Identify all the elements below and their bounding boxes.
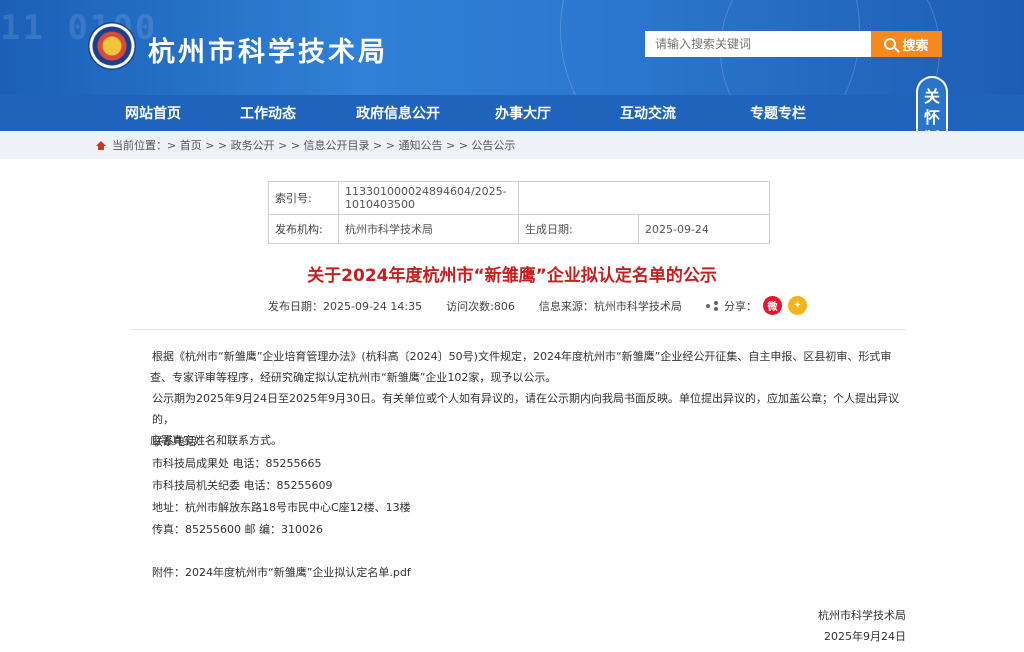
contact-heading: 联系电话： (152, 435, 207, 448)
nav-item-interaction[interactable]: 互动交流 (573, 95, 723, 131)
home-icon (96, 140, 106, 150)
search-input[interactable] (645, 31, 871, 57)
index-label: 索引号: (268, 181, 339, 215)
paragraph-line: 根据《杭州市“新雏鹰”企业培育管理办法》(杭科高〔2024〕50号)文件规定，2… (152, 350, 892, 363)
article-title: 关于2024年度杭州市“新雏鹰”企业拟认定名单的公示 (307, 266, 717, 286)
wechat-share-icon[interactable]: ✦ (788, 296, 807, 315)
empty-cell (518, 181, 770, 215)
share-bar: 分享： 微 ✦ (706, 296, 807, 315)
nav-item-special-topics[interactable]: 专题专栏 (718, 95, 838, 131)
document-meta-table: 索引号: 113301000024894604/2025-1010403500 … (268, 181, 770, 244)
fax-line: 传真：85255600 邮 编：310026 (152, 523, 323, 536)
publisher-label: 发布机构: (268, 214, 339, 244)
signature-date: 2025年9月24日 (824, 630, 906, 643)
breadcrumb: 当前位置：> 首页 > > 政务公开 > > 信息公开目录 > > 通知公告 >… (0, 131, 1024, 159)
signature-org: 杭州市科学技术局 (818, 609, 906, 622)
paragraph-line: 公示期为2025年9月24日至2025年9月30日。有关单位或个人如有异议的，请… (152, 392, 899, 426)
publisher-value: 杭州市科学技术局 (338, 214, 519, 244)
contact-line: 市科技局成果处 电话：85255665 (152, 457, 322, 470)
care-mode-char: 怀 (923, 108, 940, 127)
contact-line: 市科技局机关纪委 电话：85255609 (152, 479, 333, 492)
divider (130, 329, 906, 330)
weibo-share-icon[interactable]: 微 (763, 296, 782, 315)
share-icon (706, 300, 718, 311)
attachment-link[interactable]: 附件：2024年度杭州市“新雏鹰”企业拟认定名单.pdf (152, 564, 411, 580)
article-body: 根据《杭州市“新雏鹰”企业培育管理办法》(杭科高〔2024〕50号)文件规定，2… (150, 346, 904, 451)
address-line: 地址：杭州市解放东路18号市民中心C座12楼、13楼 (152, 501, 411, 514)
visit-count: 访问次数:806 (446, 300, 515, 313)
nav-item-gov-info[interactable]: 政府信息公开 (323, 95, 473, 131)
site-title[interactable]: 杭州市科学技术局 (148, 30, 388, 69)
index-value: 113301000024894604/2025-1010403500 (338, 181, 519, 215)
search-button-label: 搜索 (902, 38, 929, 54)
paragraph-line: 查、专家评审等程序，经研究确定拟认定杭州市“新雏鹰”企业102家，现予以公示。 (150, 371, 557, 384)
care-mode-char: 关 (923, 87, 940, 106)
header-banner: 11 0100 杭州市科学技术局 搜索 (0, 0, 1024, 95)
created-date-value: 2025-09-24 (638, 214, 770, 244)
search-button[interactable]: 搜索 (871, 31, 942, 57)
bureau-logo[interactable] (88, 22, 136, 70)
nav-item-work-news[interactable]: 工作动态 (208, 95, 328, 131)
share-label: 分享： (724, 299, 757, 313)
main-nav: 网站首页 工作动态 政府信息公开 办事大厅 互动交流 专题专栏 (0, 95, 1024, 131)
created-date-label: 生成日期: (518, 214, 639, 244)
search-icon (884, 38, 897, 50)
paragraph-line: 应署真实姓名和联系方式。 (150, 434, 282, 447)
article-info: 发布日期：2025-09-24 14:35 访问次数:806 信息来源：杭州市科… (268, 298, 706, 314)
publish-date: 发布日期：2025-09-24 14:35 (268, 300, 423, 313)
info-source: 信息来源：杭州市科学技术局 (538, 300, 682, 313)
breadcrumb-text[interactable]: 当前位置：> 首页 > > 政务公开 > > 信息公开目录 > > 通知公告 >… (112, 137, 515, 153)
nav-item-service-hall[interactable]: 办事大厅 (468, 95, 578, 131)
nav-item-home[interactable]: 网站首页 (93, 95, 213, 131)
